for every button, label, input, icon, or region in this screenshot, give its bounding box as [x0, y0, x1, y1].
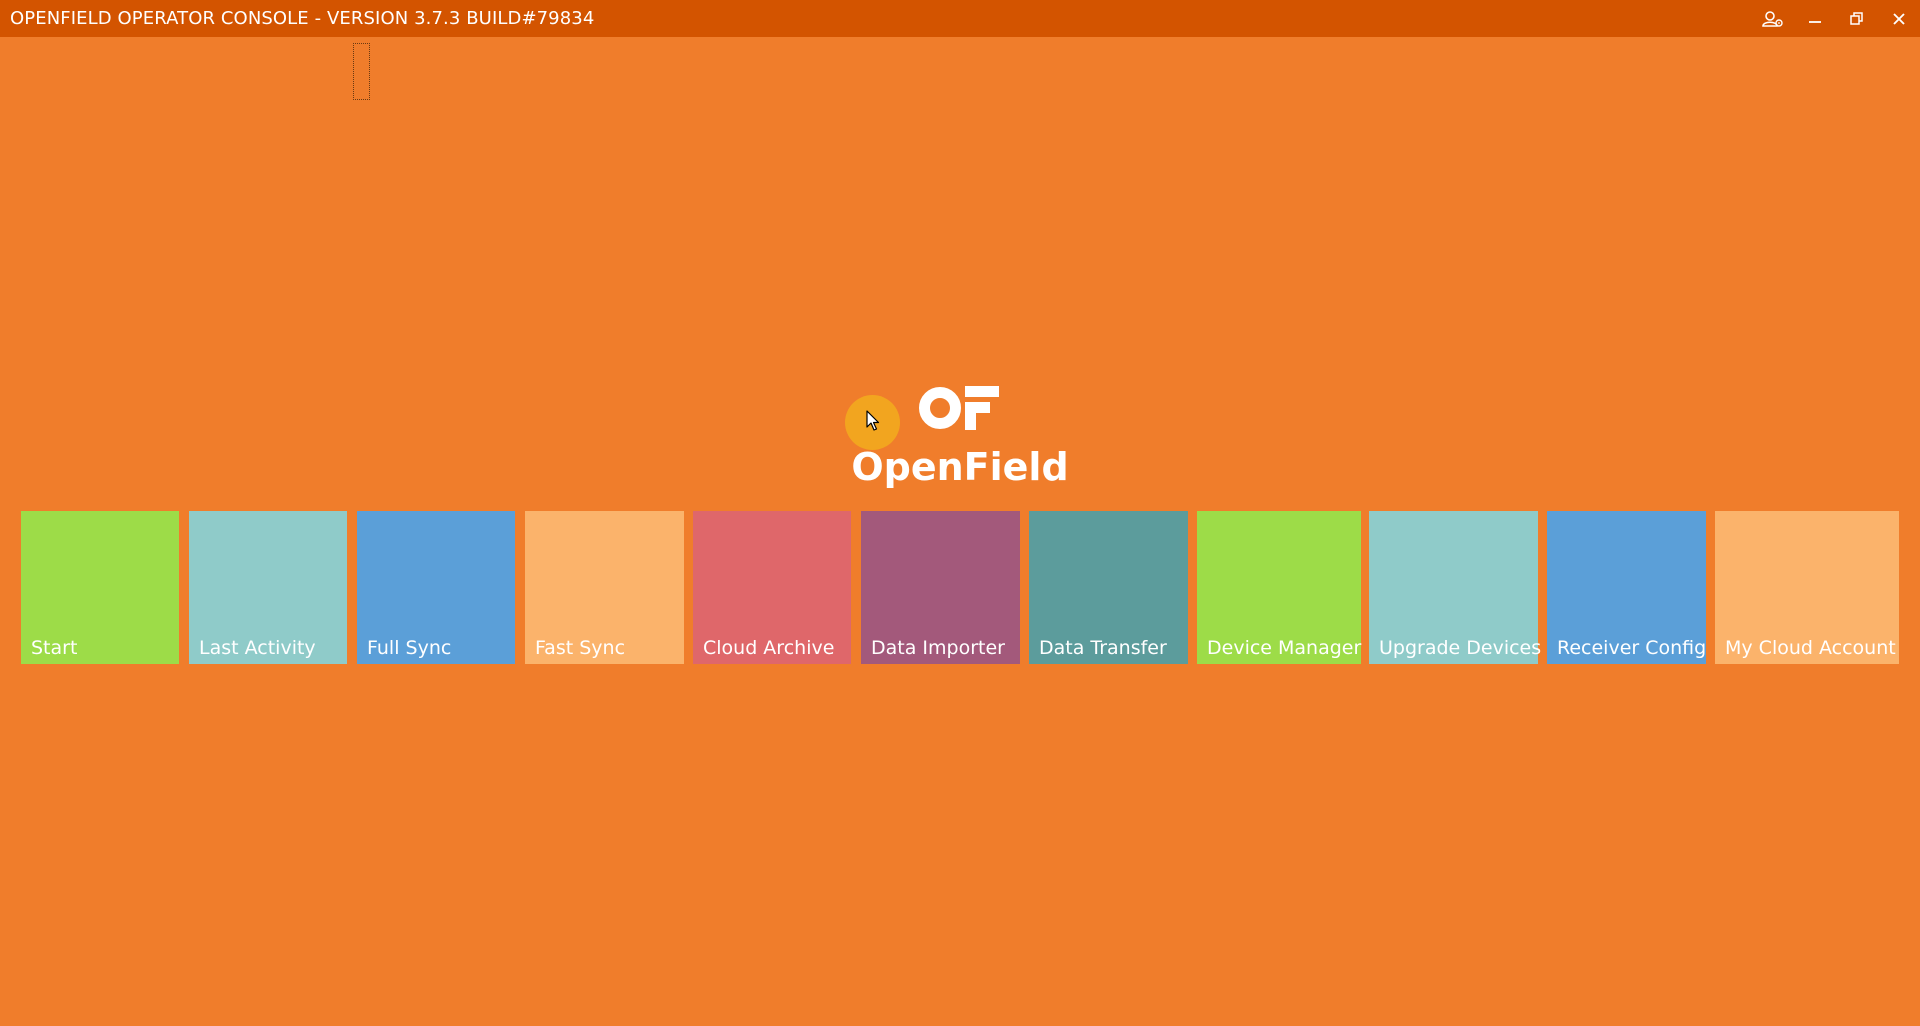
- tile-my-cloud-account[interactable]: My Cloud Account: [1715, 511, 1899, 664]
- tile-upgrade-devices[interactable]: Upgrade Devices: [1369, 511, 1542, 664]
- tile-last-activity[interactable]: Last Activity: [189, 511, 347, 664]
- user-settings-button[interactable]: [1752, 0, 1794, 37]
- tile-device-manager[interactable]: Device Manager: [1197, 511, 1361, 664]
- mouse-pointer-icon: [866, 410, 880, 431]
- close-button[interactable]: [1878, 0, 1920, 37]
- tile-label: Upgrade Devices: [1379, 637, 1542, 659]
- tile-fast-sync[interactable]: Fast Sync: [525, 511, 684, 664]
- window-controls: [1752, 0, 1920, 37]
- restore-icon: [1850, 11, 1863, 25]
- tile-label: My Cloud Account: [1725, 637, 1896, 659]
- app-name: OpenField: [851, 445, 1069, 489]
- close-icon: [1893, 12, 1905, 25]
- focus-indicator: [353, 43, 370, 100]
- tile-data-transfer[interactable]: Data Transfer: [1029, 511, 1188, 664]
- tile-label: Last Activity: [199, 637, 316, 659]
- tile-label: Start: [31, 637, 78, 659]
- tile-label: Receiver Config: [1557, 637, 1707, 659]
- tile-label: Data Importer: [871, 637, 1005, 659]
- tile-label: Fast Sync: [535, 637, 626, 659]
- restore-button[interactable]: [1836, 0, 1878, 37]
- title-bar: OPENFIELD OPERATOR CONSOLE - VERSION 3.7…: [0, 0, 1920, 37]
- window-title: OPENFIELD OPERATOR CONSOLE - VERSION 3.7…: [10, 8, 595, 29]
- tile-data-importer[interactable]: Data Importer: [861, 511, 1020, 664]
- tile-cloud-archive[interactable]: Cloud Archive: [693, 511, 851, 664]
- user-settings-icon: [1762, 10, 1783, 27]
- tile-start[interactable]: Start: [21, 511, 179, 664]
- tile-label: Full Sync: [367, 637, 452, 659]
- tile-label: Device Manager: [1207, 637, 1362, 659]
- openfield-logo-icon: [919, 386, 999, 430]
- minimize-icon: [1809, 20, 1821, 23]
- tile-receiver-config[interactable]: Receiver Config: [1547, 511, 1706, 664]
- tile-strip: Start Last Activity Full Sync Fast Sync …: [0, 511, 1920, 664]
- tile-label: Data Transfer: [1039, 637, 1167, 659]
- tile-label: Cloud Archive: [703, 637, 835, 659]
- minimize-button[interactable]: [1794, 0, 1836, 37]
- tile-full-sync[interactable]: Full Sync: [357, 511, 515, 664]
